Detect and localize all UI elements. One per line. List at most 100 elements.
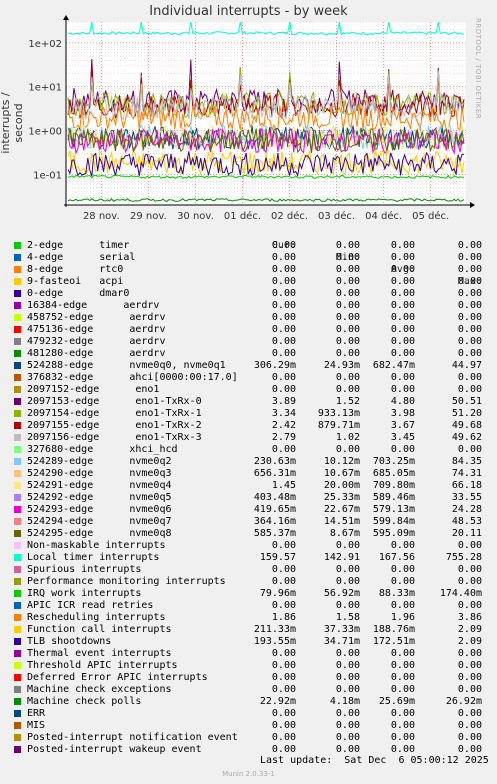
legend-max: 0.00: [457, 348, 482, 359]
legend-min: 0.00: [335, 336, 360, 347]
legend-max: 33.55: [451, 492, 482, 503]
legend-swatch: [14, 734, 21, 741]
legend-row: 524295-edge nvme0q8 585.37m 8.67m 595.09m 20…: [0, 528, 497, 540]
legend-max: 0.00: [457, 336, 482, 347]
legend-cur: 306.29m: [253, 360, 296, 371]
legend-min: 0.00: [335, 348, 360, 359]
legend-avg: 0.00: [390, 300, 415, 311]
legend-max: 0.00: [457, 372, 482, 383]
legend-avg: 3.98: [390, 408, 415, 419]
legend-name: Machine check exceptions: [27, 684, 172, 695]
legend-cur: 79.96m: [259, 588, 296, 599]
legend-swatch: [14, 494, 21, 501]
legend-name: Rescheduling interrupts: [27, 612, 166, 623]
legend-avg: 599.84m: [372, 516, 415, 527]
legend-max: 2.09: [457, 636, 482, 647]
legend-name: TLB shootdowns: [27, 636, 112, 647]
legend-cur: 0.00: [271, 300, 296, 311]
legend-cur: 0.00: [271, 564, 296, 575]
legend-swatch: [14, 530, 21, 537]
x-ticks: 28 nov. 29 nov. 30 nov. 01 déc. 02 déc. 03 dé…: [83, 210, 449, 222]
legend-row: 9-fasteoi acpi 0.00 0.00 0.00 0.00: [0, 276, 497, 288]
legend-max: 49.62: [451, 432, 482, 443]
legend-swatch: [14, 458, 21, 465]
legend-min: 34.71m: [323, 636, 360, 647]
legend-name: Performance monitoring interrupts: [27, 576, 226, 587]
legend-min: 0.00: [335, 288, 360, 299]
legend-swatch: [14, 674, 21, 681]
legend-cur: 0.00: [271, 372, 296, 383]
legend-name: 524294-edge nvme0q7: [27, 516, 172, 527]
legend-max: 0.00: [457, 732, 482, 743]
legend-name: 524293-edge nvme0q6: [27, 504, 172, 515]
legend-max: 44.97: [451, 360, 482, 371]
x-tick-label: 28 nov.: [83, 211, 120, 222]
y-axis-arrow: [63, 15, 69, 20]
legend-name: 2097152-edge eno1: [27, 384, 160, 395]
legend-cur: 364.16m: [253, 516, 296, 527]
legend-avg: 0.00: [390, 336, 415, 347]
legend-row: 16384-edge aerdrv 0.00 0.00 0.00 0.00: [0, 300, 497, 312]
legend-max: 0.00: [457, 312, 482, 323]
legend-row: 376832-edge ahci[0000:00:17.0] 0.00 0.00 0.…: [0, 372, 497, 384]
legend-row: Performance monitoring interrupts 0.00 0.0…: [0, 576, 497, 588]
legend-swatch: [14, 578, 21, 585]
munin-version: Munin 2.0.33-1: [222, 770, 275, 778]
legend-avg: 0.00: [390, 732, 415, 743]
legend-max: 0.00: [457, 648, 482, 659]
legend-swatch: [14, 470, 21, 477]
legend-avg: 0.00: [390, 576, 415, 587]
legend-cur: 159.57: [259, 552, 296, 563]
legend-swatch: [14, 434, 21, 441]
legend-cur: 0.00: [271, 660, 296, 671]
legend-name: 8-edge rtc0: [27, 264, 124, 275]
legend-avg: 703.25m: [372, 456, 415, 467]
legend-max: 0.00: [457, 660, 482, 671]
legend-max: 66.18: [451, 480, 482, 491]
legend-name: 327680-edge xhci_hcd: [27, 444, 178, 455]
legend-cur: 403.48m: [253, 492, 296, 503]
legend-avg: 0.00: [390, 684, 415, 695]
legend-avg: 685.05m: [372, 468, 415, 479]
legend-name: 376832-edge ahci[0000:00:17.0]: [27, 372, 238, 383]
legend-name: 0-edge dmar0: [27, 288, 130, 299]
legend-name: 4-edge serial: [27, 252, 136, 263]
legend-swatch: [14, 266, 21, 273]
legend-min: 0.00: [335, 720, 360, 731]
legend-max: 20.11: [451, 528, 482, 539]
legend-swatch: [14, 566, 21, 573]
legend-name: ERR: [27, 708, 46, 719]
legend-swatch: [14, 686, 21, 693]
legend-row: 524293-edge nvme0q6 419.65m 22.67m 579.13m 2…: [0, 504, 497, 516]
legend-swatch: [14, 254, 21, 261]
legend-name: 458752-edge aerdrv: [27, 312, 166, 323]
legend-swatch: [14, 638, 21, 645]
legend-cur: 0.00: [271, 684, 296, 695]
legend-avg: 1.96: [390, 612, 415, 623]
legend-cur: 0.00: [271, 324, 296, 335]
legend-avg: 0.00: [390, 264, 415, 275]
legend-row: Machine check exceptions 0.00 0.00 0.00 0.00: [0, 684, 497, 696]
legend-swatch: [14, 722, 21, 729]
legend-min: 10.67m: [323, 468, 360, 479]
legend-name: 524288-edge nvme0q0, nvme0q1: [27, 360, 226, 371]
legend-row: 524294-edge nvme0q7 364.16m 14.51m 599.84m 4…: [0, 516, 497, 528]
legend-row: 524288-edge nvme0q0, nvme0q1 306.29m 24.93…: [0, 360, 497, 372]
legend-swatch: [14, 554, 21, 561]
legend-cur: 0.00: [271, 576, 296, 587]
legend-cur: 0.00: [271, 540, 296, 551]
legend-header: Cur: Min: Avg: Max:: [0, 228, 497, 287]
legend-swatch: [14, 338, 21, 345]
x-tick-label: 05 déc.: [412, 210, 449, 222]
legend-avg: 0.00: [390, 276, 415, 287]
legend-row: 327680-edge xhci_hcd 0.00 0.00 0.00 0.00: [0, 444, 497, 456]
legend-name: Non-maskable interrupts: [27, 540, 166, 551]
legend-avg: 709.80m: [372, 480, 415, 491]
legend-swatch: [14, 302, 21, 309]
legend-min: 0.00: [335, 384, 360, 395]
legend-name: Posted-interrupt notification event: [27, 732, 238, 743]
legend-name: 9-fasteoi acpi: [27, 276, 124, 287]
legend-swatch: [14, 362, 21, 369]
legend-avg: 0.00: [390, 312, 415, 323]
legend-name: Local timer interrupts: [27, 552, 160, 563]
